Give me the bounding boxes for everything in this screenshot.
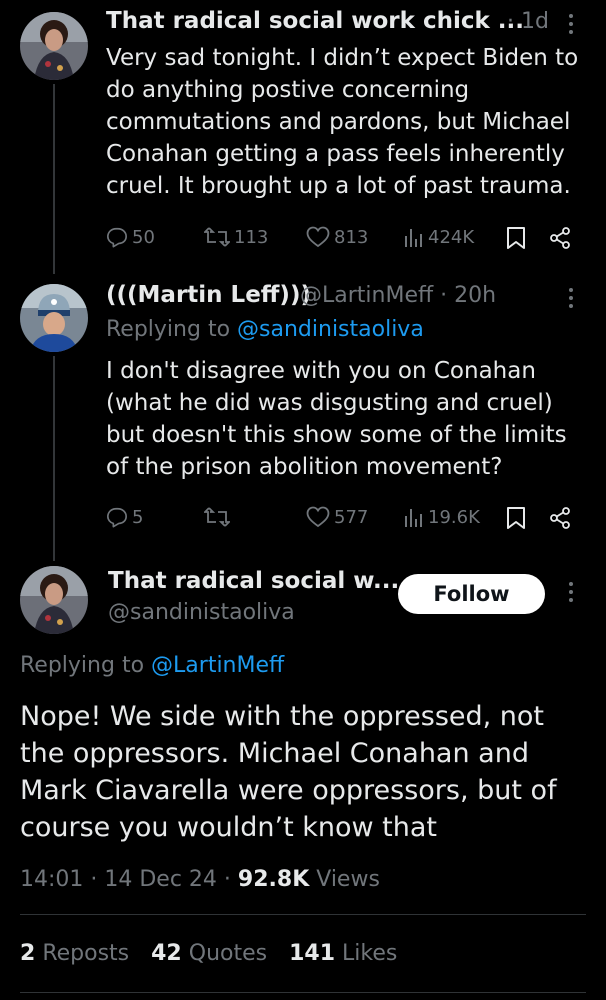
repost-count: 113: [234, 226, 269, 248]
follow-button[interactable]: Follow: [398, 574, 545, 614]
repost-icon: [204, 507, 230, 527]
divider: [20, 914, 586, 915]
views-count: 92.8K: [237, 867, 310, 892]
repost-icon: [204, 227, 230, 247]
author-name[interactable]: That radical social w...: [108, 568, 399, 594]
share-button[interactable]: [548, 226, 572, 254]
views-count: 424K: [428, 226, 475, 248]
tweet-text: Very sad tonight. I didn’t expect Biden …: [106, 45, 579, 199]
views-button[interactable]: 424K: [404, 226, 474, 248]
replying-to: Replying to @LartinMeff: [20, 653, 285, 678]
tweet-text: Nope! We side with the oppressed, not th…: [20, 701, 557, 843]
views-label: Views: [316, 867, 380, 892]
avatar[interactable]: [20, 284, 88, 352]
repost-button[interactable]: [204, 506, 234, 528]
like-button[interactable]: 577: [306, 506, 368, 528]
author-handle-time[interactable]: @LartinMeff · 20h: [300, 283, 496, 308]
heart-icon: [306, 506, 330, 528]
reply-count: 5: [132, 506, 144, 528]
replying-to: Replying to @sandinistaoliva: [106, 317, 424, 342]
bookmark-button[interactable]: [506, 506, 526, 534]
bookmark-icon: [507, 227, 525, 249]
reposts-stat[interactable]: 2 Reposts: [20, 941, 129, 966]
more-icon[interactable]: [568, 582, 574, 602]
share-icon: [550, 507, 570, 529]
views-icon: [405, 509, 422, 527]
reply-icon: [107, 227, 127, 248]
quotes-label: Quotes: [188, 941, 268, 966]
tweet-text: I don't disagree with you on Conahan (wh…: [106, 358, 567, 480]
like-count: 813: [334, 226, 369, 248]
views-icon: [405, 229, 422, 247]
author-name[interactable]: (((Martin Leff))): [106, 282, 311, 308]
bookmark-icon: [507, 507, 525, 529]
repost-button[interactable]: 113: [204, 226, 268, 248]
avatar[interactable]: [20, 566, 88, 634]
likes-count: 141: [289, 941, 336, 966]
author-handle[interactable]: @sandinistaoliva: [108, 600, 295, 625]
tweet-time[interactable]: · 1d: [507, 9, 549, 34]
heart-icon: [306, 226, 330, 248]
reply-count: 50: [132, 226, 155, 248]
more-icon[interactable]: [568, 14, 574, 34]
reply-button[interactable]: 50: [106, 226, 155, 248]
avatar[interactable]: [20, 12, 88, 80]
reposts-label: Reposts: [42, 941, 130, 966]
replying-to-link[interactable]: @LartinMeff: [151, 653, 284, 678]
replying-to-link[interactable]: @sandinistaoliva: [237, 317, 424, 342]
share-button[interactable]: [548, 506, 572, 534]
reply-button[interactable]: 5: [106, 506, 143, 528]
divider: [20, 992, 586, 993]
views-button[interactable]: 19.6K: [404, 506, 480, 528]
tweet-meta: 14:01 · 14 Dec 24 · 92.8K Views: [20, 867, 380, 892]
thread-line: [53, 84, 55, 274]
likes-stat[interactable]: 141 Likes: [289, 941, 397, 966]
like-count: 577: [334, 506, 369, 528]
like-button[interactable]: 813: [306, 226, 368, 248]
author-name[interactable]: That radical social work chick ...: [106, 8, 524, 34]
quotes-count: 42: [151, 941, 182, 966]
bookmark-button[interactable]: [506, 226, 526, 254]
views-count: 19.6K: [428, 506, 480, 528]
reply-icon: [107, 507, 127, 528]
tweet-timestamp[interactable]: 14:01 · 14 Dec 24 ·: [20, 867, 231, 892]
more-icon[interactable]: [568, 288, 574, 308]
share-icon: [550, 227, 570, 249]
reposts-count: 2: [20, 941, 36, 966]
engagement-stats: 2 Reposts 42 Quotes 141 Likes: [20, 941, 397, 966]
thread-line: [53, 356, 55, 561]
quotes-stat[interactable]: 42 Quotes: [151, 941, 267, 966]
likes-label: Likes: [342, 941, 398, 966]
